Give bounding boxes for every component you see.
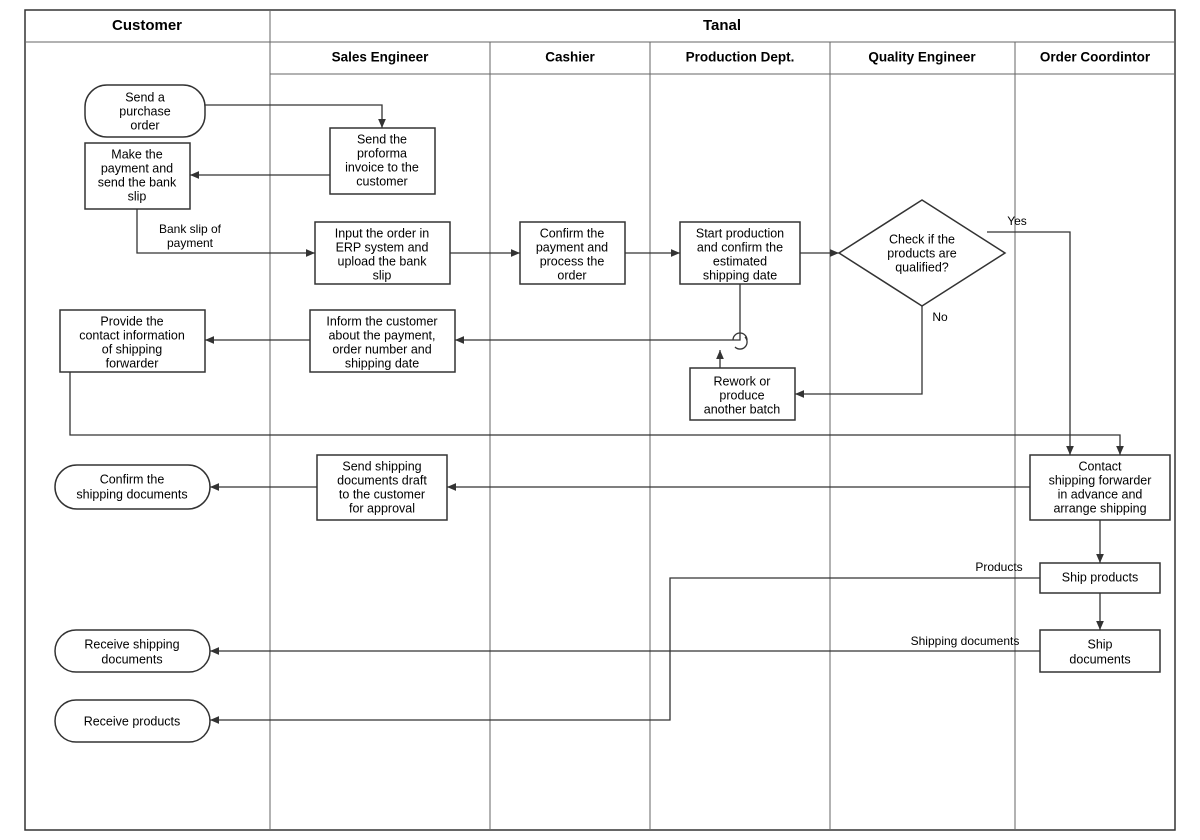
svg-text:Provide the: Provide the <box>100 314 163 328</box>
svg-text:Confirm the: Confirm the <box>100 472 165 486</box>
svg-text:order: order <box>557 268 586 282</box>
svg-text:Receive products: Receive products <box>84 714 181 728</box>
svg-text:of shipping: of shipping <box>102 342 163 356</box>
svg-text:forwarder: forwarder <box>106 356 159 370</box>
svg-text:Send shipping: Send shipping <box>342 459 421 473</box>
svg-text:Confirm the: Confirm the <box>540 226 605 240</box>
svg-text:send the bank: send the bank <box>98 175 177 189</box>
svg-text:and confirm the: and confirm the <box>697 240 783 254</box>
svg-text:Check if the: Check if the <box>889 232 955 246</box>
svg-text:order number and: order number and <box>332 342 431 356</box>
svg-text:qualified?: qualified? <box>895 260 949 274</box>
svg-text:Contact: Contact <box>1078 459 1122 473</box>
svg-text:in advance and: in advance and <box>1058 487 1143 501</box>
swimlane-diagram: Customer Tanal Sales Engineer Cashier Pr… <box>0 0 1200 840</box>
svg-text:Ship products: Ship products <box>1062 570 1138 584</box>
svg-text:slip: slip <box>128 189 147 203</box>
svg-text:upload the bank: upload the bank <box>338 254 428 268</box>
svg-text:order: order <box>130 118 159 132</box>
svg-text:payment: payment <box>167 236 214 250</box>
svg-text:contact information: contact information <box>79 328 185 342</box>
edge-yes-to-contactfwd <box>987 232 1070 455</box>
svg-text:to the customer: to the customer <box>339 487 425 501</box>
svg-text:No: No <box>932 310 948 324</box>
svg-text:invoice to the: invoice to the <box>345 160 419 174</box>
edge-shipprod-to-recvprod <box>210 578 1040 720</box>
svg-text:ERP system and: ERP system and <box>336 240 429 254</box>
svg-text:payment and: payment and <box>101 161 173 175</box>
svg-text:for approval: for approval <box>349 501 415 515</box>
edge-po-to-proforma <box>205 105 382 128</box>
svg-text:produce: produce <box>719 388 764 402</box>
lane-header-cashier: Cashier <box>545 50 595 65</box>
svg-text:documents: documents <box>1069 652 1130 666</box>
lane-header-order-coord: Order Coordintor <box>1040 50 1151 65</box>
svg-text:process the: process the <box>540 254 605 268</box>
svg-text:documents draft: documents draft <box>337 473 427 487</box>
svg-text:Start production: Start production <box>696 226 784 240</box>
svg-text:documents: documents <box>101 652 162 666</box>
svg-text:Rework or: Rework or <box>714 374 771 388</box>
svg-text:products are: products are <box>887 246 957 260</box>
svg-text:customer: customer <box>356 174 407 188</box>
svg-text:shipping documents: shipping documents <box>76 487 187 501</box>
edge-contactinfo-to-forwarder <box>70 372 1120 455</box>
svg-text:Send a: Send a <box>125 90 165 104</box>
svg-text:Yes: Yes <box>1007 214 1027 228</box>
svg-text:Bank slip of: Bank slip of <box>159 222 222 236</box>
svg-text:purchase: purchase <box>119 104 170 118</box>
svg-text:Shipping documents: Shipping documents <box>911 634 1020 648</box>
svg-text:Inform the customer: Inform the customer <box>326 314 437 328</box>
svg-text:estimated: estimated <box>713 254 767 268</box>
svg-text:payment and: payment and <box>536 240 608 254</box>
lane-header-tanal: Tanal <box>703 17 741 34</box>
lane-header-production: Production Dept. <box>686 50 795 65</box>
svg-text:Ship: Ship <box>1087 637 1112 651</box>
svg-text:another batch: another batch <box>704 402 780 416</box>
svg-text:Input the order in: Input the order in <box>335 226 430 240</box>
svg-text:shipping date: shipping date <box>345 356 419 370</box>
lane-header-quality: Quality Engineer <box>868 50 976 65</box>
svg-text:slip: slip <box>373 268 392 282</box>
svg-text:Receive shipping: Receive shipping <box>84 637 179 651</box>
svg-text:Make the: Make the <box>111 147 162 161</box>
svg-text:shipping forwarder: shipping forwarder <box>1049 473 1152 487</box>
svg-text:Send the: Send the <box>357 132 407 146</box>
svg-text:about the payment,: about the payment, <box>328 328 435 342</box>
lane-header-sales-engineer: Sales Engineer <box>332 50 430 65</box>
svg-text:shipping date: shipping date <box>703 268 777 282</box>
edge-no-to-rework <box>795 306 922 394</box>
svg-text:proforma: proforma <box>357 146 407 160</box>
svg-text:arrange shipping: arrange shipping <box>1053 501 1146 515</box>
svg-text:Products: Products <box>975 560 1022 574</box>
edge-production-to-inform <box>455 284 740 340</box>
lane-header-customer: Customer <box>112 17 182 34</box>
